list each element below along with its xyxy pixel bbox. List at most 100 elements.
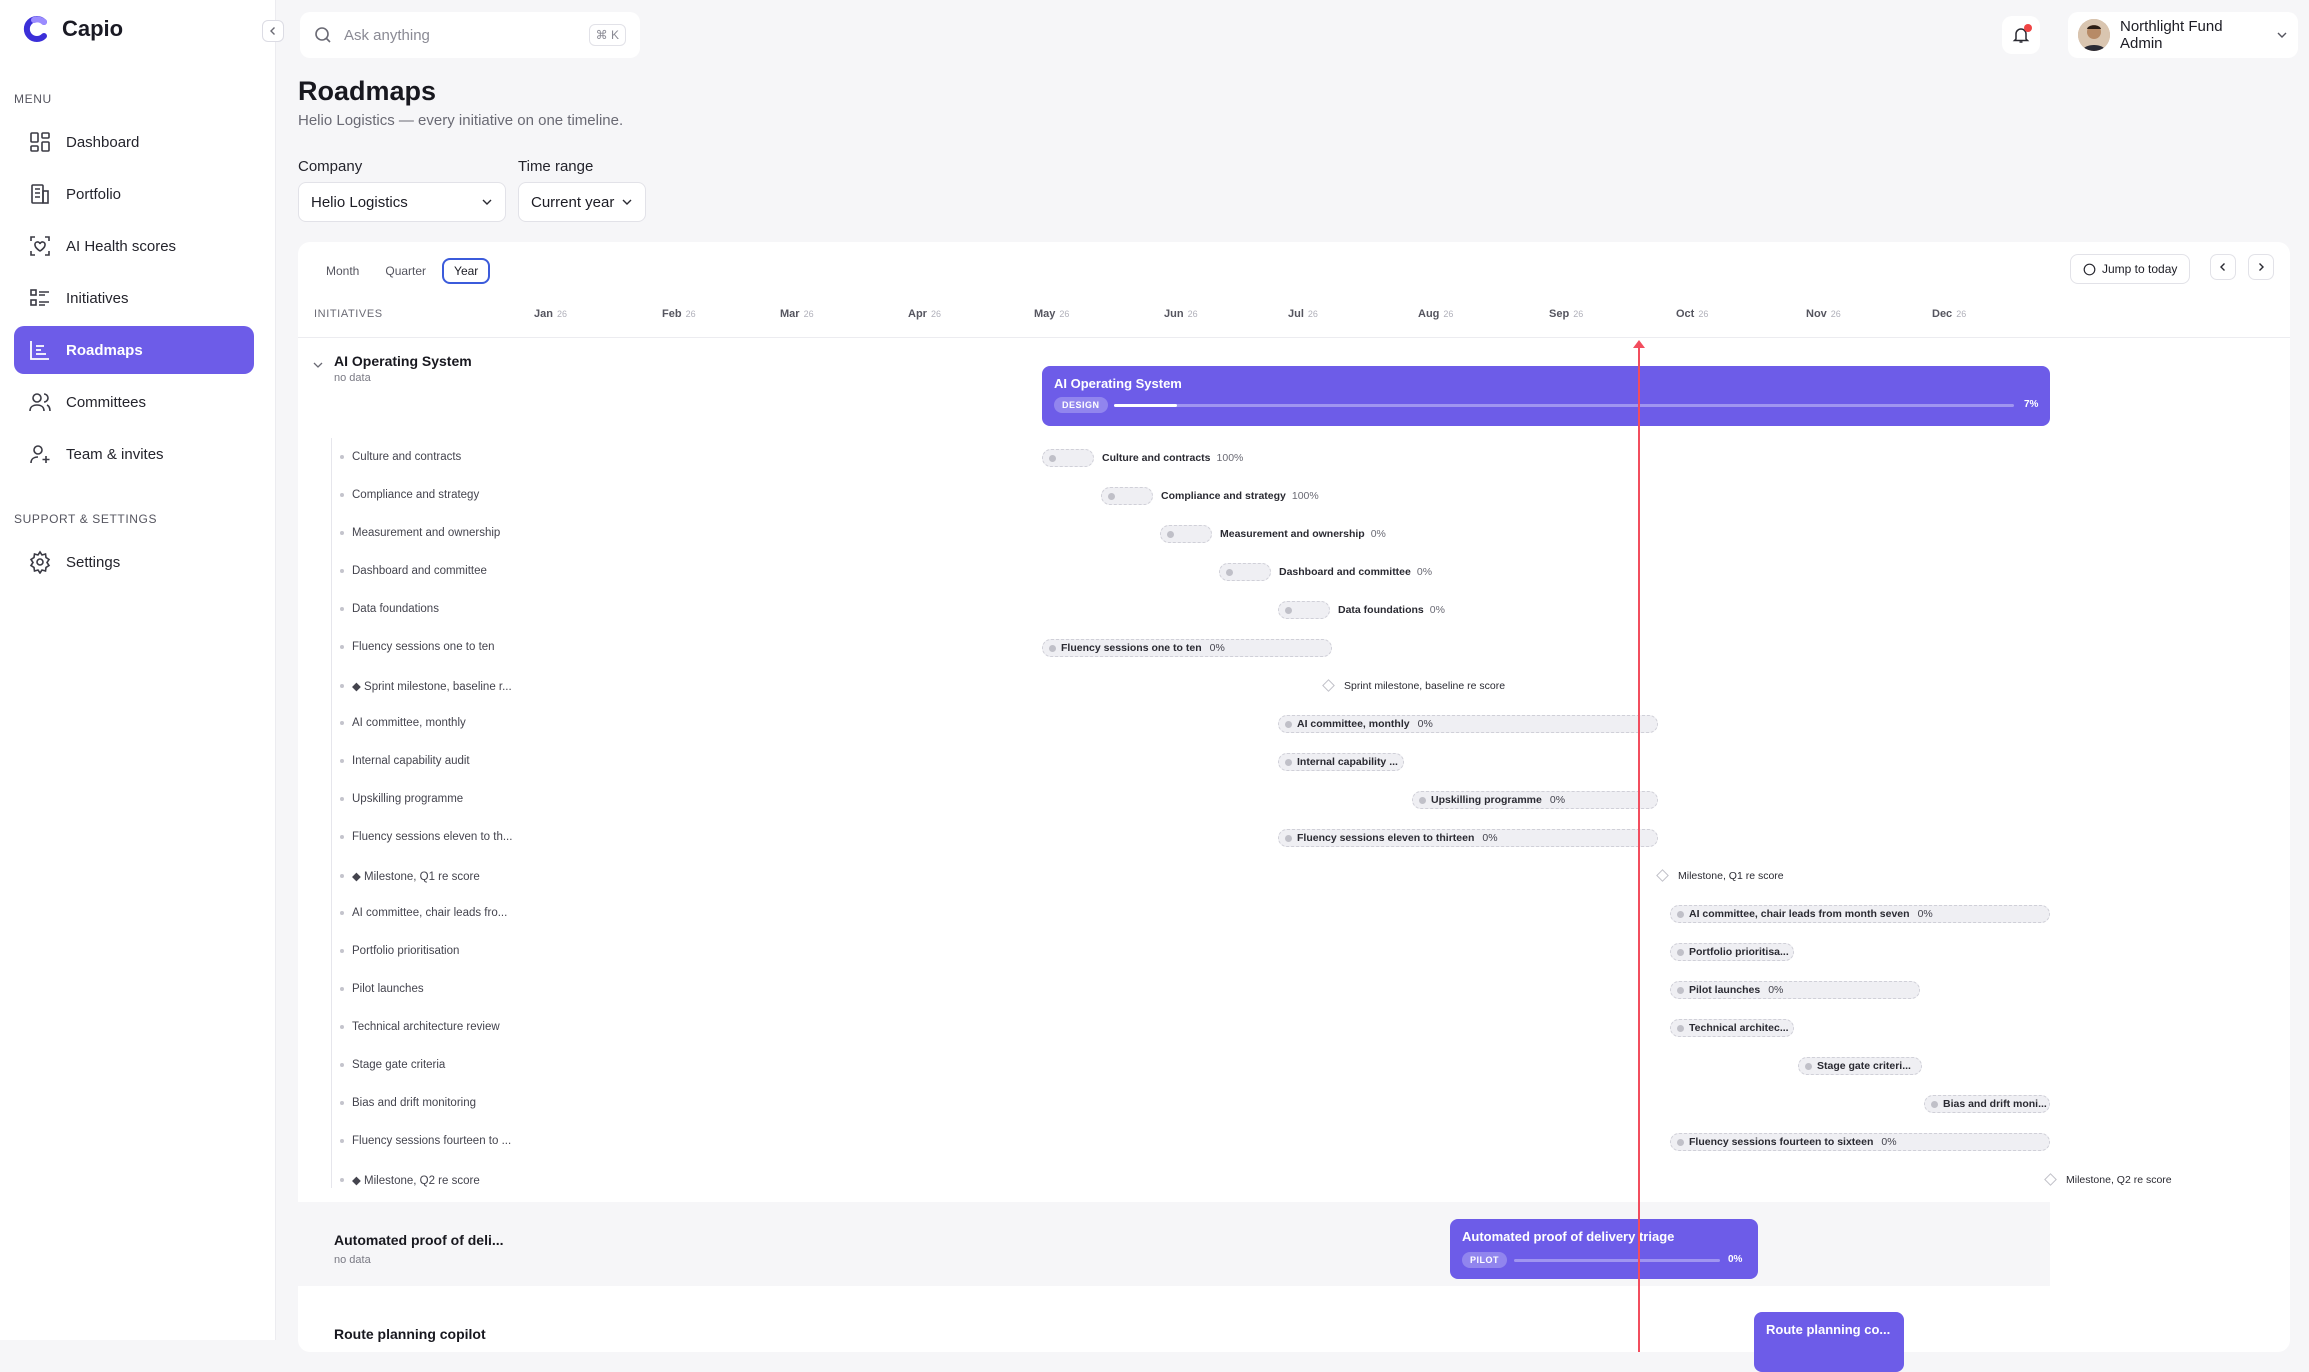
app-logo[interactable]: Capio xyxy=(22,14,123,44)
task-row[interactable]: Compliance and strategy xyxy=(340,489,479,501)
task-bar[interactable]: Bias and drift moni... xyxy=(1924,1095,2050,1113)
task-row[interactable]: Technical architecture review xyxy=(340,1021,500,1033)
sidebar-item-team-invites[interactable]: Team & invites xyxy=(14,430,254,478)
sidebar-item-ai-health-scores[interactable]: AI Health scores xyxy=(14,222,254,270)
health-icon xyxy=(30,236,50,256)
task-bar[interactable]: Pilot launches 0% xyxy=(1670,981,1920,999)
task-bar-dot xyxy=(1677,1139,1684,1146)
task-row[interactable]: ◆ Milestone, Q2 re score xyxy=(340,1173,480,1187)
task-dot xyxy=(340,607,344,611)
task-percent: 0% xyxy=(1482,832,1498,844)
group-bar-ai-operating-system[interactable]: AI Operating System DESIGN 7% xyxy=(1042,366,2050,426)
group-bar-automated-proof-of-delivery[interactable]: Automated proof of delivery triage PILOT 0… xyxy=(1450,1219,1758,1279)
sidebar-item-label: Portfolio xyxy=(66,185,122,203)
sidebar-item-label: Roadmaps xyxy=(66,341,143,359)
notifications-button[interactable] xyxy=(2002,16,2040,54)
task-row[interactable]: Fluency sessions one to ten xyxy=(340,641,495,653)
task-bar[interactable]: Fluency sessions eleven to thirteen 0% xyxy=(1278,829,1658,847)
task-bar[interactable]: Upskilling programme 0% xyxy=(1412,791,1658,809)
milestone-marker[interactable] xyxy=(1322,679,1335,692)
sidebar-item-dashboard[interactable]: Dashboard xyxy=(14,118,254,166)
sidebar-item-settings[interactable]: Settings xyxy=(14,538,254,586)
roadmap-panel: Month Quarter Year Jump to today INITIAT… xyxy=(298,242,2290,1372)
task-bar[interactable]: Fluency sessions one to ten 0% xyxy=(1042,639,1332,657)
task-bar-label: Internal capability ... xyxy=(1297,756,1398,768)
time-range-select[interactable]: Current year xyxy=(518,182,646,222)
task-bar[interactable] xyxy=(1160,525,1212,543)
task-row[interactable]: AI committee, chair leads fro... xyxy=(340,907,507,919)
task-bar-label-text: Portfolio prioritisa... xyxy=(1689,946,1789,958)
sidebar-item-committees[interactable]: Committees xyxy=(14,378,254,426)
task-bar[interactable] xyxy=(1219,563,1271,581)
task-row[interactable]: Fluency sessions fourteen to ... xyxy=(340,1135,511,1147)
task-row[interactable]: Dashboard and committee xyxy=(340,565,487,577)
task-bar[interactable]: Portfolio prioritisa... xyxy=(1670,943,1794,961)
task-percent: 0% xyxy=(1768,984,1784,996)
task-bar-label-text: Culture and contracts xyxy=(1102,452,1211,464)
task-row[interactable]: Pilot launches xyxy=(340,983,424,995)
task-bar[interactable]: Stage gate criteri... xyxy=(1798,1057,1922,1075)
group-title[interactable]: Automated proof of deli... xyxy=(334,1232,504,1248)
chevron-down-icon[interactable] xyxy=(312,358,324,370)
group-bar-title: Automated proof of delivery triage xyxy=(1462,1229,1675,1244)
task-bar-label: Compliance and strategy 100% xyxy=(1161,490,1319,502)
task-bar[interactable]: Technical architec... xyxy=(1670,1019,1794,1037)
milestone-label-text: Sprint milestone, baseline re score xyxy=(1344,680,1506,692)
task-row[interactable]: Portfolio prioritisation xyxy=(340,945,459,957)
task-bar-dot xyxy=(1677,911,1684,918)
milestone-marker[interactable] xyxy=(2044,1173,2057,1186)
sidebar-item-label: Committees xyxy=(66,393,147,411)
task-row[interactable]: Measurement and ownership xyxy=(340,527,500,539)
task-bar-label-text: Data foundations xyxy=(1338,604,1424,616)
task-bar[interactable]: AI committee, chair leads from month sev… xyxy=(1670,905,2050,923)
sidebar-item-portfolio[interactable]: Portfolio xyxy=(14,170,254,218)
task-name: Technical architecture review xyxy=(352,1021,500,1033)
task-bar-label-text: Technical architec... xyxy=(1689,1022,1789,1034)
milestone-marker[interactable] xyxy=(1656,869,1669,882)
task-bar[interactable] xyxy=(1101,487,1153,505)
task-row[interactable]: ◆ Sprint milestone, baseline r... xyxy=(340,679,512,693)
group-bar-title: AI Operating System xyxy=(1054,376,1182,391)
task-row[interactable]: ◆ Milestone, Q1 re score xyxy=(340,869,480,883)
sidebar-item-roadmaps[interactable]: Roadmaps xyxy=(14,326,254,374)
task-name: Fluency sessions eleven to th... xyxy=(352,831,513,843)
task-dot xyxy=(340,797,344,801)
company-select[interactable]: Helio Logistics xyxy=(298,182,506,222)
menu-heading: MENU xyxy=(14,92,52,106)
sidebar-item-initiatives[interactable]: Initiatives xyxy=(14,274,254,322)
task-bar[interactable]: Internal capability ... xyxy=(1278,753,1404,771)
task-name: Fluency sessions fourteen to ... xyxy=(352,1135,512,1147)
task-bar[interactable] xyxy=(1278,601,1330,619)
task-row[interactable]: Data foundations xyxy=(340,603,439,615)
task-name: AI committee, monthly xyxy=(352,717,466,729)
task-row[interactable]: Upskilling programme xyxy=(340,793,463,805)
task-bar[interactable] xyxy=(1042,449,1094,467)
sidebar-item-label: Initiatives xyxy=(66,289,129,307)
task-dot xyxy=(340,1063,344,1067)
task-row[interactable]: Bias and drift monitoring xyxy=(340,1097,476,1109)
users-icon xyxy=(29,393,51,412)
task-name: Portfolio prioritisation xyxy=(352,945,460,957)
task-bar[interactable]: Fluency sessions fourteen to sixteen 0% xyxy=(1670,1133,2050,1151)
task-bar-label-text: Bias and drift moni... xyxy=(1943,1098,2047,1110)
search-bar[interactable]: Ask anything ⌘ K xyxy=(300,12,640,58)
collapse-sidebar-button[interactable] xyxy=(262,20,284,42)
user-menu[interactable]: Northlight Fund Admin xyxy=(2068,12,2298,58)
task-row[interactable]: Culture and contracts xyxy=(340,451,461,463)
task-bar-label-text: Fluency sessions fourteen to sixteen xyxy=(1689,1136,1874,1148)
task-row[interactable]: Stage gate criteria xyxy=(340,1059,445,1071)
group-title[interactable]: AI Operating System xyxy=(334,353,472,369)
milestone-label-text: Milestone, Q2 re score xyxy=(2066,1174,2172,1186)
task-bar-dot xyxy=(1108,493,1115,500)
search-input[interactable]: Ask anything xyxy=(344,27,577,44)
task-row[interactable]: Internal capability audit xyxy=(340,755,470,767)
task-name: ◆ Sprint milestone, baseline r... xyxy=(352,681,512,693)
task-row[interactable]: AI committee, monthly xyxy=(340,717,466,729)
task-row[interactable]: Fluency sessions eleven to th... xyxy=(340,831,512,843)
task-bar-dot xyxy=(1677,987,1684,994)
task-bar[interactable]: AI committee, monthly 0% xyxy=(1278,715,1658,733)
task-name: Compliance and strategy xyxy=(352,489,480,501)
task-percent: 0% xyxy=(1429,604,1445,616)
group-bar-route-planning-copilot[interactable]: Route planning co... xyxy=(1754,1312,1904,1372)
tree-line xyxy=(331,438,332,1188)
